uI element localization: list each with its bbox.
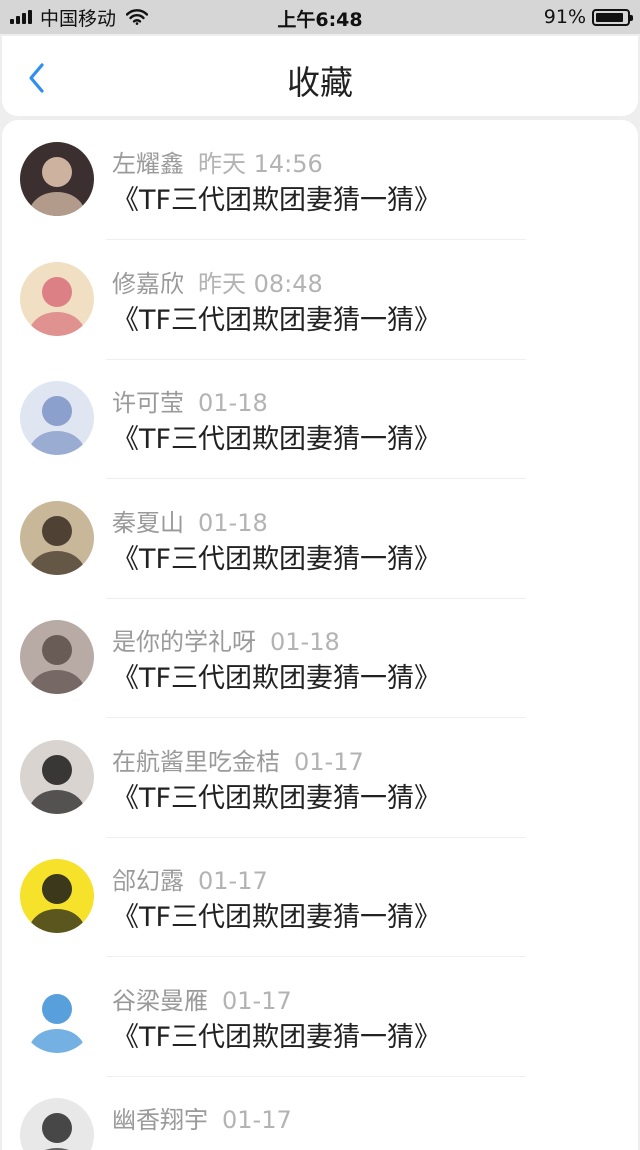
wifi-icon — [126, 9, 149, 25]
avatar[interactable] — [20, 979, 94, 1053]
timestamp: 01-18 — [198, 389, 268, 417]
user-name[interactable]: 左耀鑫 — [112, 150, 184, 178]
list-item[interactable]: 修嘉欣 昨天 08:48 《TF三代团欺团妻猜一猜》 — [2, 240, 638, 360]
avatar[interactable] — [20, 620, 94, 694]
avatar[interactable] — [20, 740, 94, 814]
user-name[interactable]: 秦夏山 — [112, 509, 184, 537]
avatar[interactable] — [20, 1098, 94, 1150]
favorite-title: 《TF三代团欺团妻猜一猜》 — [112, 663, 442, 694]
navigation-bar: 收藏 — [2, 36, 638, 116]
avatar[interactable] — [20, 859, 94, 933]
item-meta: 修嘉欣 昨天 08:48 — [112, 264, 323, 299]
list-item[interactable]: 郃幻露 01-17 《TF三代团欺团妻猜一猜》 — [2, 837, 638, 957]
user-name[interactable]: 谷梁曼雁 — [112, 987, 208, 1015]
item-meta: 左耀鑫 昨天 14:56 — [112, 144, 323, 179]
list-item[interactable]: 许可莹 01-18 《TF三代团欺团妻猜一猜》 — [2, 359, 638, 479]
avatar[interactable] — [20, 381, 94, 455]
item-meta: 许可莹 01-18 — [112, 383, 268, 418]
timestamp: 01-17 — [222, 987, 292, 1015]
page-title: 收藏 — [287, 63, 353, 102]
favorite-title: 《TF三代团欺团妻猜一猜》 — [112, 902, 442, 933]
avatar[interactable] — [20, 501, 94, 575]
timestamp: 昨天 08:48 — [198, 270, 323, 298]
favorite-title: 《TF三代团欺团妻猜一猜》 — [112, 1022, 442, 1053]
favorite-title: 《TF三代团欺团妻猜一猜》 — [112, 305, 442, 336]
item-meta: 是你的学礼呀 01-18 — [112, 622, 340, 657]
timestamp: 01-17 — [222, 1106, 292, 1134]
item-meta: 幽香翔宇 01-17 — [112, 1100, 292, 1135]
avatar[interactable] — [20, 142, 94, 216]
timestamp: 昨天 14:56 — [198, 150, 323, 178]
battery-percentage: 91% — [543, 6, 586, 28]
timestamp: 01-18 — [198, 509, 268, 537]
favorite-title: 《TF三代团欺团妻猜一猜》 — [112, 544, 442, 575]
status-bar: 中国移动 上午6:48 91% — [0, 0, 640, 34]
signal-strength-icon — [10, 10, 34, 24]
carrier-name: 中国移动 — [40, 7, 117, 30]
list-item[interactable]: 秦夏山 01-18 《TF三代团欺团妻猜一猜》 — [2, 479, 638, 599]
item-meta: 秦夏山 01-18 — [112, 503, 268, 538]
user-name[interactable]: 幽香翔宇 — [112, 1106, 208, 1134]
item-meta: 谷梁曼雁 01-17 — [112, 981, 292, 1016]
battery-level-fill — [596, 12, 623, 22]
user-name[interactable]: 修嘉欣 — [112, 270, 184, 298]
timestamp: 01-17 — [198, 867, 268, 895]
avatar[interactable] — [20, 262, 94, 336]
user-name[interactable]: 是你的学礼呀 — [112, 628, 256, 656]
list-item[interactable]: 在航酱里吃金桔 01-17 《TF三代团欺团妻猜一猜》 — [2, 718, 638, 838]
list-item[interactable]: 谷梁曼雁 01-17 《TF三代团欺团妻猜一猜》 — [2, 957, 638, 1077]
user-name[interactable]: 在航酱里吃金桔 — [112, 748, 280, 776]
favorite-title: 《TF三代团欺团妻猜一猜》 — [112, 185, 442, 216]
list-item[interactable]: 左耀鑫 昨天 14:56 《TF三代团欺团妻猜一猜》 — [2, 120, 638, 240]
favorite-title: 《TF三代团欺团妻猜一猜》 — [112, 783, 442, 814]
timestamp: 01-18 — [270, 628, 340, 656]
item-meta: 在航酱里吃金桔 01-17 — [112, 742, 364, 777]
timestamp: 01-17 — [294, 748, 364, 776]
status-bar-right: 91% — [543, 6, 633, 28]
list-item[interactable]: 是你的学礼呀 01-18 《TF三代团欺团妻猜一猜》 — [2, 598, 638, 718]
status-bar-left: 中国移动 — [10, 6, 149, 30]
favorite-title: 《TF三代团欺团妻猜一猜》 — [112, 424, 442, 455]
user-name[interactable]: 许可莹 — [112, 389, 184, 417]
user-name[interactable]: 郃幻露 — [112, 867, 184, 895]
item-meta: 郃幻露 01-17 — [112, 861, 268, 896]
battery-icon — [592, 8, 633, 26]
favorites-list: 左耀鑫 昨天 14:56 《TF三代团欺团妻猜一猜》 修嘉欣 昨天 08:48 《TF三代… — [2, 120, 638, 1150]
